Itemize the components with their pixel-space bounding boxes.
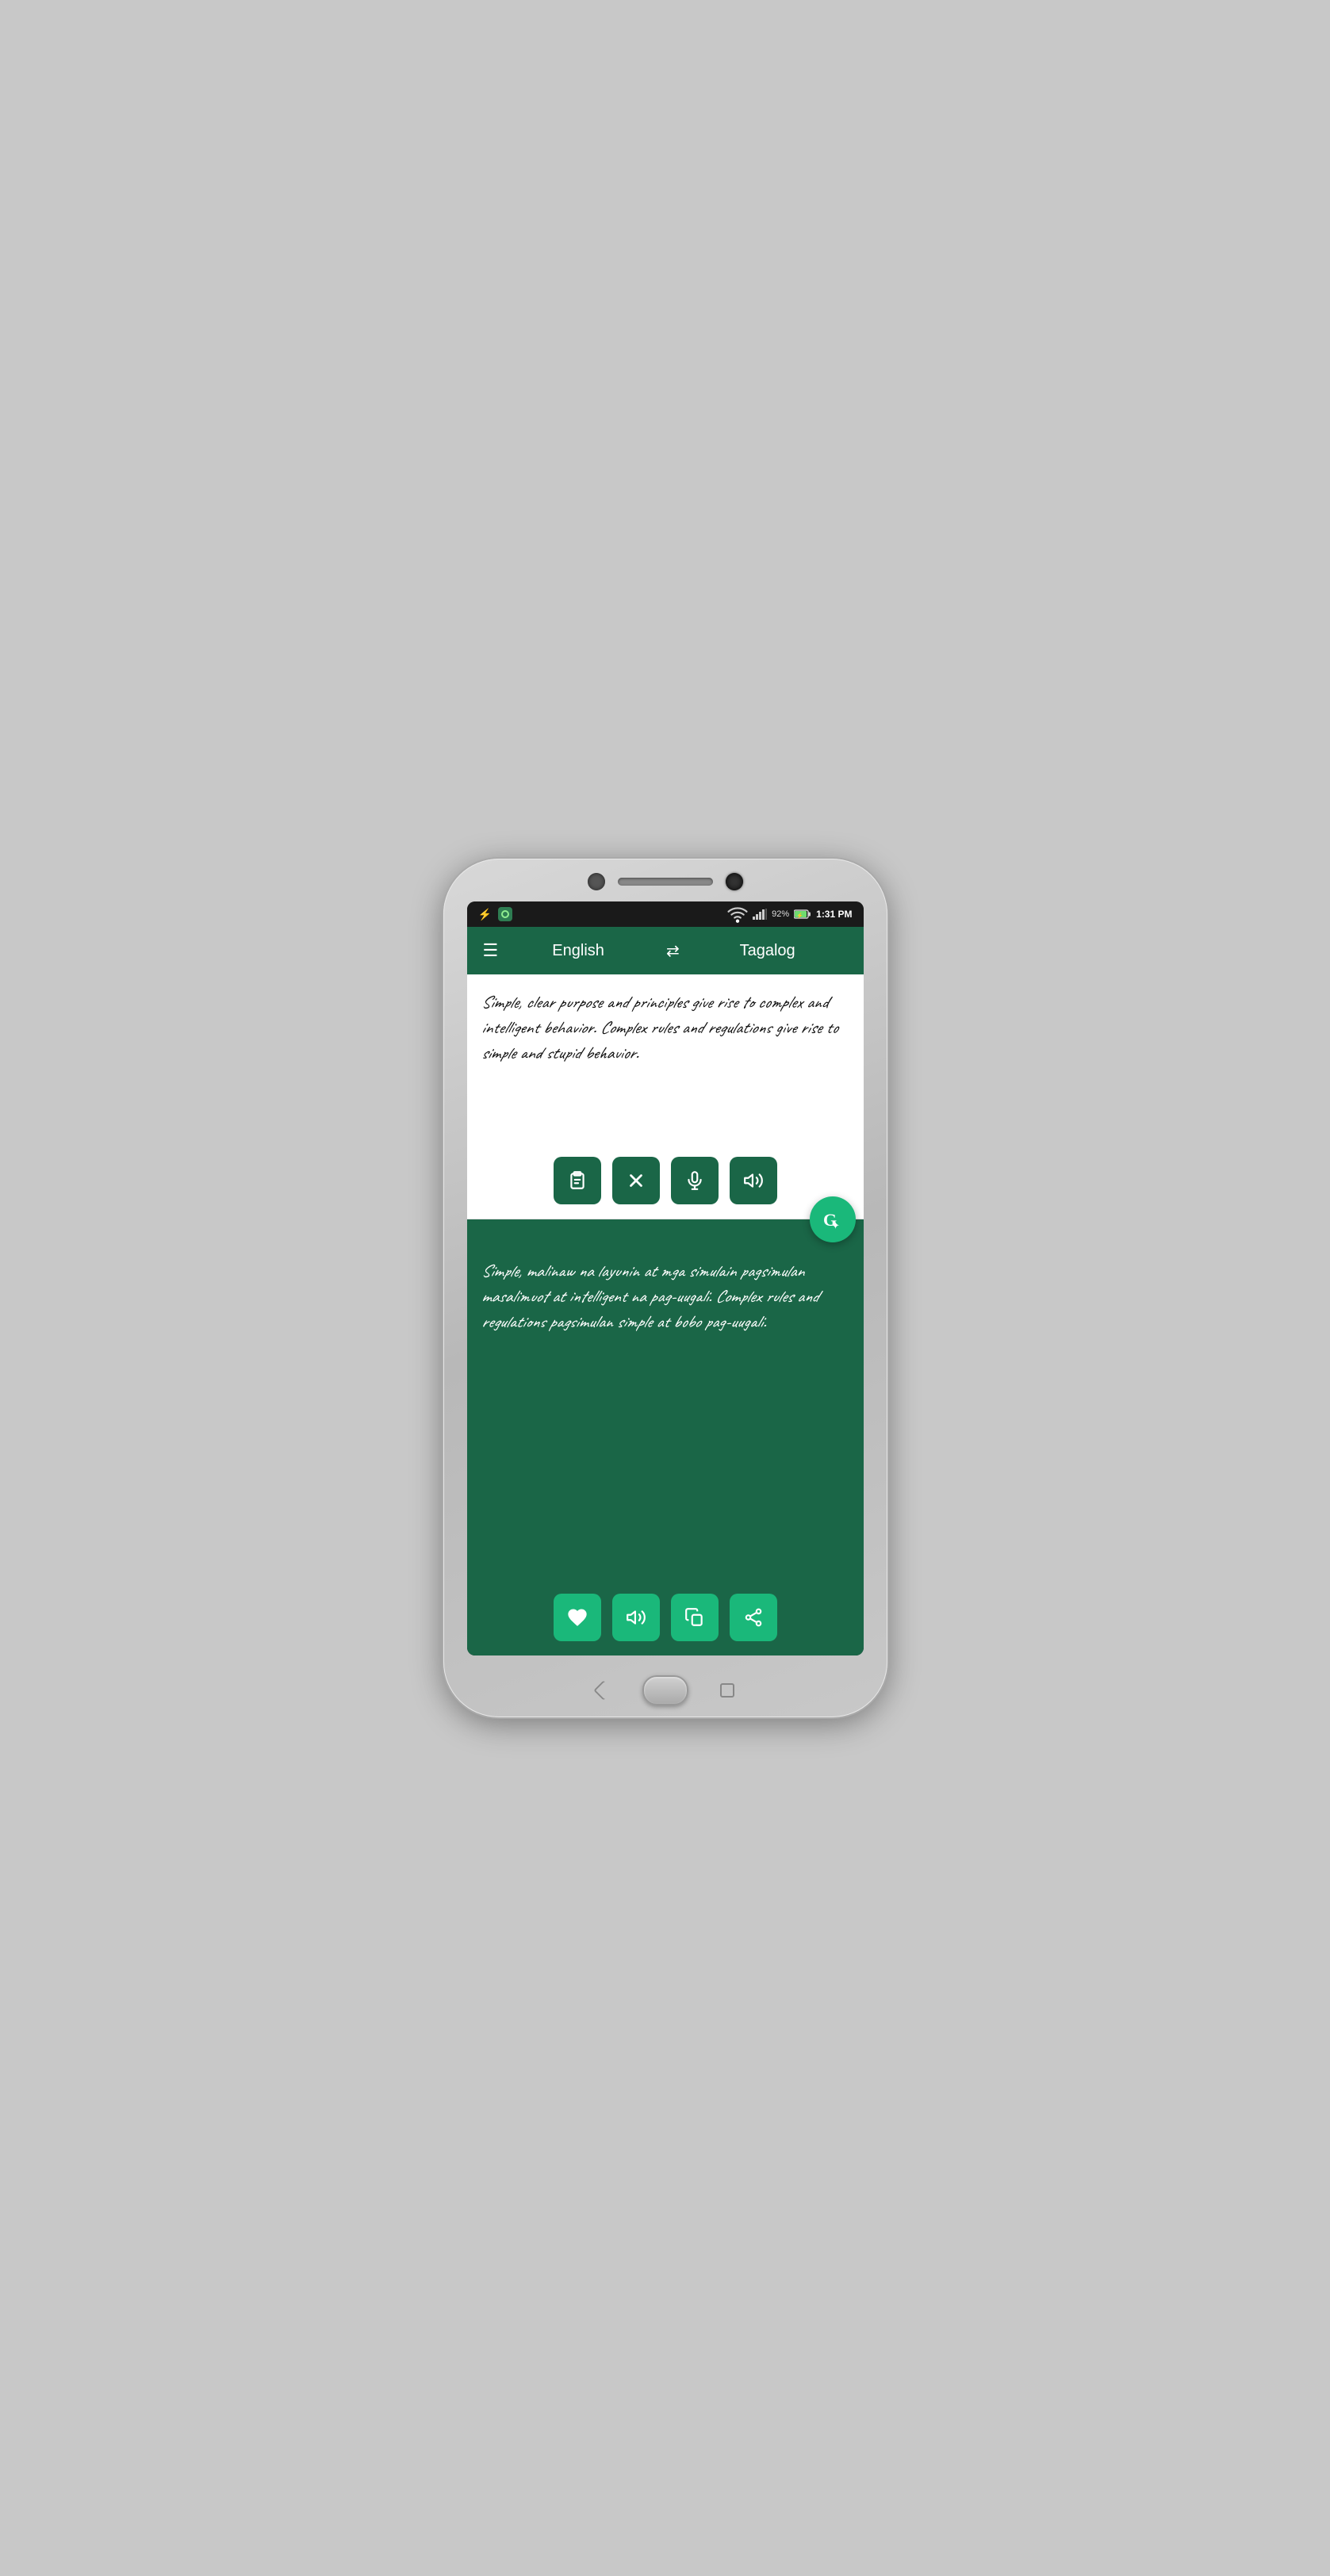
recents-hardware-button[interactable]	[720, 1683, 734, 1698]
speaker-button[interactable]	[730, 1157, 777, 1204]
app-toolbar: ☰ English ⇄ Tagalog	[467, 927, 864, 974]
target-inner	[501, 910, 509, 918]
favorite-button[interactable]	[554, 1594, 601, 1641]
target-language-label[interactable]: Tagalog	[688, 942, 848, 960]
heart-icon	[566, 1606, 588, 1629]
home-hardware-button[interactable]	[642, 1675, 688, 1705]
front-camera-right	[726, 873, 743, 890]
output-speaker-button[interactable]	[612, 1594, 660, 1641]
share-icon	[743, 1607, 764, 1628]
battery-icon: ⚡	[794, 909, 811, 919]
phone-screen: ⚡	[467, 901, 864, 1655]
status-right: 92% ⚡ 1:31 PM	[727, 904, 852, 924]
swap-languages-icon[interactable]: ⇄	[666, 941, 680, 961]
clipboard-button[interactable]	[554, 1157, 601, 1204]
svg-text:⚡: ⚡	[796, 912, 803, 919]
status-time: 1:31 PM	[816, 909, 852, 920]
usb-icon: ⚡	[478, 908, 492, 921]
input-area: Simple, clear purpose and principles giv…	[467, 974, 864, 1219]
copy-icon	[684, 1607, 705, 1628]
output-action-buttons	[467, 1586, 864, 1655]
status-left: ⚡	[478, 907, 512, 921]
battery-percent: 92%	[772, 909, 789, 919]
microphone-button[interactable]	[671, 1157, 719, 1204]
signal-icon	[753, 909, 767, 920]
app-icon-target	[498, 907, 512, 921]
close-icon	[626, 1170, 646, 1191]
share-button[interactable]	[730, 1594, 777, 1641]
clipboard-icon	[567, 1170, 588, 1191]
phone-bottom-hardware	[467, 1663, 864, 1717]
wifi-icon	[727, 904, 748, 924]
output-area: Simple, malinaw na layunin at mga simula…	[467, 1219, 864, 1655]
phone-top-hardware	[443, 859, 887, 890]
microphone-icon	[684, 1170, 705, 1191]
output-copy-button[interactable]	[671, 1594, 719, 1641]
front-camera-left	[588, 873, 605, 890]
svg-text:✦: ✦	[831, 1219, 840, 1231]
translated-text: Simple, malinaw na layunin at mga simula…	[467, 1219, 864, 1586]
input-action-buttons	[467, 1149, 864, 1219]
back-hardware-button[interactable]	[593, 1680, 613, 1700]
status-bar: ⚡	[467, 901, 864, 927]
output-volume-icon	[626, 1607, 646, 1628]
clear-button[interactable]	[612, 1157, 660, 1204]
source-text[interactable]: Simple, clear purpose and principles giv…	[467, 974, 864, 1149]
phone-device: ⚡	[443, 859, 887, 1717]
google-translate-fab[interactable]: G ✦	[810, 1196, 856, 1242]
google-translate-icon: G ✦	[820, 1207, 845, 1232]
hamburger-menu-icon[interactable]: ☰	[483, 942, 499, 959]
source-language-label[interactable]: English	[498, 942, 658, 960]
earpiece-speaker	[618, 878, 713, 886]
volume-icon	[743, 1170, 764, 1191]
